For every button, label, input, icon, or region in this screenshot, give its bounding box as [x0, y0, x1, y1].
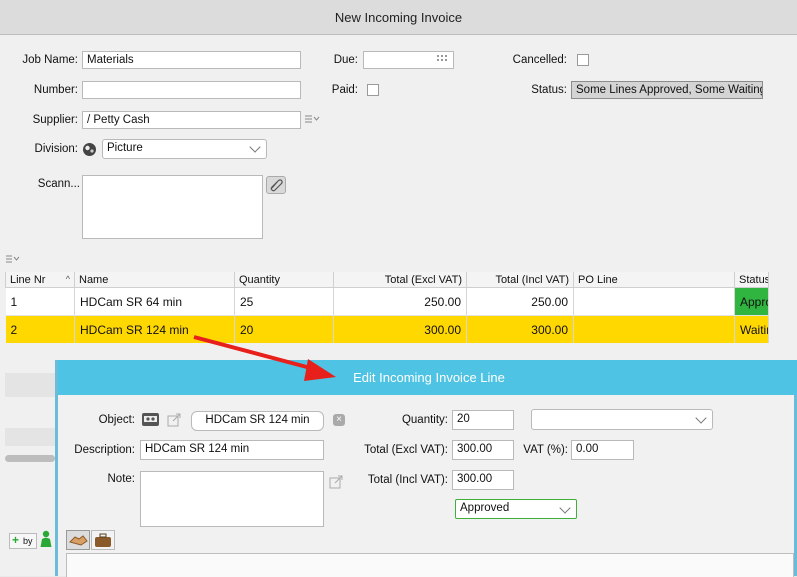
grid-menu-icon[interactable] — [5, 253, 21, 265]
unit-select[interactable] — [531, 409, 713, 430]
description-label: Description: — [74, 444, 135, 456]
column-header-po-line[interactable]: PO Line — [573, 272, 735, 288]
status-field: Some Lines Approved, Some Waiting — [571, 81, 763, 99]
column-header-quantity[interactable]: Quantity — [234, 272, 334, 288]
column-header-total-incl[interactable]: Total (Incl VAT) — [466, 272, 574, 288]
supplier-field[interactable]: / Petty Cash — [82, 111, 301, 129]
vat-field[interactable]: 0.00 — [571, 440, 634, 460]
arrow-shaft — [193, 335, 319, 372]
cell-total-excl: 250.00 — [333, 287, 467, 316]
tab-briefcase[interactable] — [91, 530, 115, 550]
cancelled-label: Cancelled: — [512, 54, 567, 66]
quantity-field[interactable]: 20 — [452, 410, 514, 430]
add-by-button[interactable]: + by — [9, 533, 37, 549]
red-arrow-annotation — [193, 335, 336, 381]
dialog-titlebar: Edit Incoming Invoice Line — [58, 360, 797, 395]
supplier-menu-icon[interactable] — [304, 112, 320, 126]
cell-status: Waitin — [734, 315, 769, 343]
job-name-field[interactable]: Materials — [82, 51, 301, 69]
note-label: Note: — [107, 473, 136, 485]
job-name-label: Job Name: — [22, 54, 78, 66]
person-icon[interactable] — [39, 530, 53, 548]
table-row[interactable]: 1 HDCam SR 64 min 25 250.00 250.00 Appro — [5, 287, 769, 316]
edit-line-dialog: Edit Incoming Invoice Line Object: HDCam… — [55, 360, 797, 577]
table-row-selected[interactable]: 2 HDCam SR 124 min 20 300.00 300.00 Wait… — [5, 315, 769, 343]
open-external-icon[interactable] — [167, 413, 181, 427]
total-incl-field[interactable]: 300.00 — [452, 470, 514, 490]
column-header-name[interactable]: Name — [74, 272, 235, 288]
scan-area[interactable] — [82, 175, 263, 239]
arrow-head — [304, 359, 336, 381]
column-header-status[interactable]: Status — [734, 272, 769, 288]
paid-checkbox[interactable] — [367, 84, 379, 96]
number-label: Number: — [33, 84, 78, 96]
due-label: Due: — [333, 54, 358, 66]
open-external-icon[interactable] — [329, 475, 343, 489]
note-field[interactable] — [140, 471, 324, 527]
object-label: Object: — [98, 414, 135, 426]
cell-total-incl: 250.00 — [466, 287, 574, 316]
number-field[interactable] — [82, 81, 301, 99]
empty-grid-row — [5, 373, 55, 397]
total-incl-label: Total (Incl VAT): — [367, 474, 448, 486]
cell-po-line — [573, 287, 735, 316]
quantity-label: Quantity: — [401, 414, 448, 426]
plus-icon: + — [12, 533, 20, 547]
window-title: New Incoming Invoice — [334, 9, 463, 25]
chevron-down-icon — [249, 141, 261, 153]
cancelled-checkbox[interactable] — [577, 54, 589, 66]
cell-quantity: 25 — [234, 287, 334, 316]
grid-header-row: Line Nr ^ Name Quantity Total (Excl VAT) … — [5, 272, 769, 288]
tab-handshake[interactable] — [66, 530, 90, 550]
column-header-total-excl[interactable]: Total (Excl VAT) — [333, 272, 467, 288]
cell-name: HDCam SR 64 min — [74, 287, 235, 316]
invoice-lines-grid: Line Nr ^ Name Quantity Total (Excl VAT) … — [5, 272, 769, 343]
calendar-icon[interactable] — [436, 53, 450, 65]
add-by-label: by — [23, 536, 33, 546]
total-excl-label: Total (Excl VAT): — [364, 444, 448, 456]
scan-label: Scann... — [37, 178, 80, 190]
chevron-down-icon — [559, 502, 571, 514]
window-titlebar: New Incoming Invoice — [0, 0, 797, 35]
division-select[interactable]: Picture — [102, 139, 267, 159]
chevron-down-icon — [695, 412, 707, 424]
approval-select[interactable]: Approved — [455, 499, 577, 519]
cell-line-nr: 1 — [5, 287, 75, 316]
dialog-title: Edit Incoming Invoice Line — [353, 370, 505, 385]
empty-grid-row — [5, 428, 55, 446]
description-field[interactable]: HDCam SR 124 min — [140, 440, 324, 460]
tape-icon — [142, 413, 159, 426]
horizontal-scrollbar[interactable] — [5, 455, 55, 462]
paperclip-icon[interactable] — [266, 176, 286, 194]
supplier-label: Supplier: — [32, 114, 78, 126]
total-excl-field[interactable]: 300.00 — [452, 440, 514, 460]
object-field[interactable]: HDCam SR 124 min — [191, 411, 324, 431]
cell-status: Appro — [734, 287, 769, 316]
tab-content-area — [66, 553, 794, 577]
approval-value: Approved — [460, 502, 510, 514]
clear-icon[interactable]: × — [333, 414, 345, 426]
cell-total-incl: 300.00 — [466, 315, 574, 343]
column-header-line-nr[interactable]: Line Nr ^ — [5, 272, 75, 288]
cell-line-nr: 2 — [5, 315, 75, 343]
dialog-body: Object: HDCam SR 124 min × Description: … — [58, 395, 797, 577]
status-label: Status: — [531, 84, 567, 96]
sort-ascending-icon: ^ — [65, 273, 70, 284]
division-value: Picture — [107, 142, 143, 154]
division-label: Division: — [34, 143, 78, 155]
cell-total-excl: 300.00 — [333, 315, 467, 343]
paid-label: Paid: — [331, 84, 358, 96]
division-icon — [82, 142, 97, 157]
cell-po-line — [573, 315, 735, 343]
vat-label: VAT (%): — [523, 444, 568, 456]
